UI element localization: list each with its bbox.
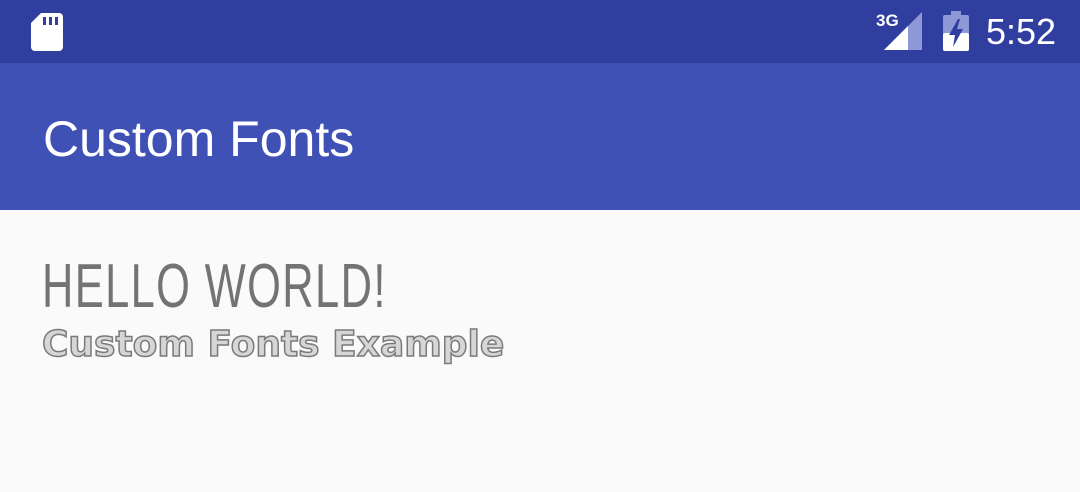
status-bar: 3G 5:52 bbox=[0, 0, 1080, 63]
status-clock: 5:52 bbox=[986, 11, 1057, 52]
custom-fonts-example-text: Custom Fonts Example bbox=[41, 323, 505, 366]
sd-card-icon bbox=[31, 13, 63, 51]
main-content: HELLO WORLD! Custom Fonts Example bbox=[0, 210, 1080, 492]
app-bar: Custom Fonts bbox=[0, 63, 1080, 210]
signal-indicator: 3G bbox=[876, 12, 922, 50]
network-type-label: 3G bbox=[876, 11, 899, 30]
app-title: Custom Fonts bbox=[43, 111, 355, 167]
battery-charging-icon bbox=[943, 11, 969, 51]
hello-world-text: HELLO WORLD! bbox=[42, 252, 387, 321]
